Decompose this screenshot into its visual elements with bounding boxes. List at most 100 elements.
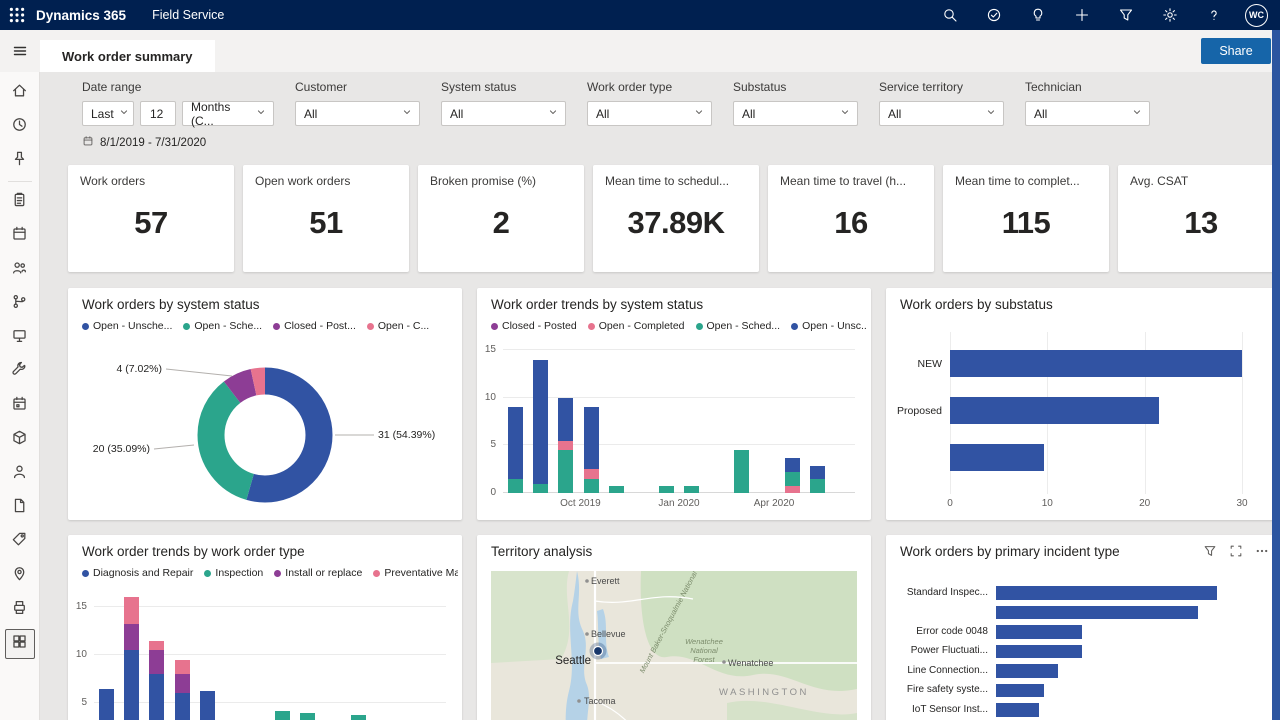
bar-segment[interactable] <box>785 458 800 472</box>
sidebar-item-calendar2[interactable] <box>5 389 35 423</box>
legend-item[interactable]: Open - C... <box>367 320 429 332</box>
kpi-card-avg-csat[interactable]: Avg. CSAT 13 <box>1118 165 1272 272</box>
legend-item[interactable]: Closed - Post... <box>273 320 356 332</box>
bar-segment[interactable] <box>175 674 190 693</box>
date-range-unit-dropdown[interactable]: Months (C... <box>182 101 274 126</box>
legend-item[interactable]: Closed - Posted <box>491 320 577 332</box>
bar-segment[interactable] <box>300 713 315 720</box>
filter-work-order-type-dropdown[interactable]: All <box>587 101 712 126</box>
lightbulb-icon[interactable] <box>1021 0 1055 30</box>
bar-segment[interactable] <box>533 360 548 484</box>
sidebar-item-pin[interactable] <box>5 144 35 178</box>
kpi-card-open-work-orders[interactable]: Open work orders 51 <box>243 165 409 272</box>
legend-item[interactable]: Inspection <box>204 567 263 579</box>
bar-segment[interactable] <box>533 484 548 494</box>
bar[interactable] <box>996 664 1058 678</box>
sidebar-item-people[interactable] <box>5 253 35 287</box>
bar-segment[interactable] <box>558 441 573 451</box>
bar-segment[interactable] <box>584 469 599 479</box>
tab-work-order-summary[interactable]: Work order summary <box>40 40 215 72</box>
sidebar-item-tag[interactable] <box>5 525 35 559</box>
bar-segment[interactable] <box>785 486 800 493</box>
sidebar-item-doc[interactable] <box>5 491 35 525</box>
bar-segment[interactable] <box>508 479 523 493</box>
filter-icon[interactable] <box>1109 0 1143 30</box>
bar[interactable] <box>996 684 1044 698</box>
bar-segment[interactable] <box>99 689 114 720</box>
bar-segment[interactable] <box>124 650 139 720</box>
filter-technician-dropdown[interactable]: All <box>1025 101 1150 126</box>
map-marker[interactable] <box>594 647 603 656</box>
bar-segment[interactable] <box>810 479 825 493</box>
share-button[interactable]: Share <box>1201 38 1271 64</box>
user-avatar[interactable]: WC <box>1245 4 1268 27</box>
bar[interactable] <box>996 586 1217 600</box>
bar-segment[interactable] <box>124 624 139 650</box>
bar[interactable] <box>996 606 1198 620</box>
filter-icon[interactable] <box>1202 543 1218 559</box>
sidebar-item-box[interactable] <box>5 423 35 457</box>
filter-service-territory-dropdown[interactable]: All <box>879 101 1004 126</box>
bar-segment[interactable] <box>508 407 523 479</box>
bar[interactable] <box>950 397 1159 424</box>
sidebar-item-calendar[interactable] <box>5 219 35 253</box>
kpi-card-mean-time-to-schedul[interactable]: Mean time to schedul... 37.89K <box>593 165 759 272</box>
more-icon[interactable] <box>1254 543 1270 559</box>
kpi-card-mean-time-to-complet[interactable]: Mean time to complet... 115 <box>943 165 1109 272</box>
legend-item[interactable]: Open - Completed <box>588 320 685 332</box>
kpi-card-work-orders[interactable]: Work orders 57 <box>68 165 234 272</box>
bar-segment[interactable] <box>684 486 699 493</box>
focus-icon[interactable] <box>1228 543 1244 559</box>
vertical-scrollbar[interactable] <box>1272 30 1280 720</box>
bar-segment[interactable] <box>175 693 190 720</box>
sidebar-item-location[interactable] <box>5 559 35 593</box>
search-icon[interactable] <box>933 0 967 30</box>
bar-segment[interactable] <box>558 450 573 493</box>
filter-substatus-dropdown[interactable]: All <box>733 101 858 126</box>
bar-segment[interactable] <box>734 450 749 493</box>
bar-segment[interactable] <box>149 650 164 674</box>
sidebar-item-user[interactable] <box>5 457 35 491</box>
kpi-card-mean-time-to-travel-h[interactable]: Mean time to travel (h... 16 <box>768 165 934 272</box>
filter-system-status-dropdown[interactable]: All <box>441 101 566 126</box>
bar-segment[interactable] <box>659 486 674 493</box>
legend-item[interactable]: Open - Sche... <box>183 320 262 332</box>
gear-icon[interactable] <box>1153 0 1187 30</box>
filter-customer-dropdown[interactable]: All <box>295 101 420 126</box>
bar[interactable] <box>996 645 1082 659</box>
bar-segment[interactable] <box>584 479 599 493</box>
legend-item[interactable]: Open - Unsche... <box>82 320 172 332</box>
sidebar-item-branch[interactable] <box>5 287 35 321</box>
legend-item[interactable]: Open - Sched... <box>696 320 781 332</box>
bar-segment[interactable] <box>609 486 624 493</box>
legend-item[interactable]: Open - Unsc... <box>791 320 867 332</box>
legend-item[interactable]: Preventative Mai... <box>373 567 458 579</box>
sidebar-item-home[interactable] <box>5 76 35 110</box>
hamburger-menu-icon[interactable] <box>0 30 40 72</box>
bar[interactable] <box>950 444 1044 471</box>
bar-segment[interactable] <box>558 398 573 441</box>
app-launcher-waffle-icon[interactable] <box>0 0 34 30</box>
bar-segment[interactable] <box>149 674 164 720</box>
sidebar-item-clipboard[interactable] <box>5 185 35 219</box>
sidebar-item-printer[interactable] <box>5 593 35 627</box>
bar-segment[interactable] <box>124 597 139 624</box>
date-range-count-input[interactable]: 12 <box>140 101 176 126</box>
bar-segment[interactable] <box>785 472 800 486</box>
bar[interactable] <box>996 625 1082 639</box>
territory-map[interactable]: EverettBellevueSeattleTacomaWenatcheeWAS… <box>491 571 857 720</box>
bar-segment[interactable] <box>149 641 164 651</box>
legend-item[interactable]: Install or replace <box>274 567 362 579</box>
bar-segment[interactable] <box>275 711 290 720</box>
bar-segment[interactable] <box>351 715 366 720</box>
sidebar-item-wrench[interactable] <box>5 355 35 389</box>
sidebar-item-monitor[interactable] <box>5 321 35 355</box>
kpi-card-broken-promise[interactable]: Broken promise (%) 2 <box>418 165 584 272</box>
check-circle-icon[interactable] <box>977 0 1011 30</box>
plus-icon[interactable] <box>1065 0 1099 30</box>
help-icon[interactable] <box>1197 0 1231 30</box>
bar-segment[interactable] <box>584 407 599 469</box>
bar-segment[interactable] <box>810 466 825 478</box>
date-range-mode-dropdown[interactable]: Last <box>82 101 134 126</box>
bar[interactable] <box>996 703 1039 717</box>
